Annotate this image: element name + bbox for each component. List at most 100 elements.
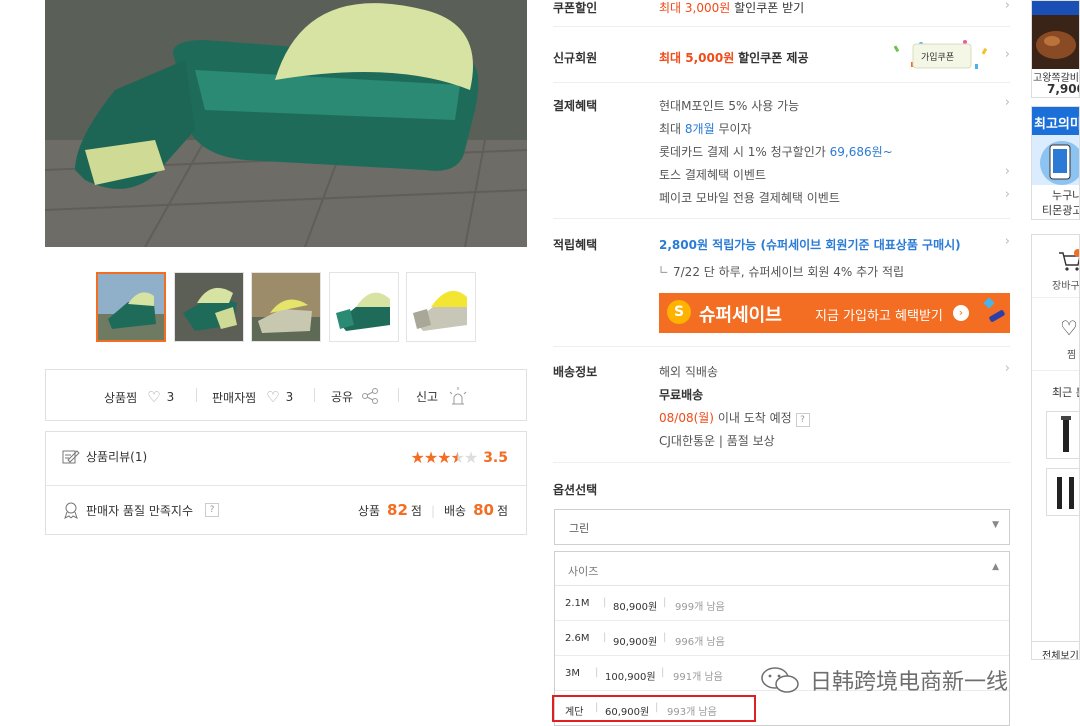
color-select[interactable]: 그린 ▼ — [554, 509, 1010, 545]
recent-product-image — [1061, 416, 1071, 452]
review-box: 상품리뷰(1) ★★★★★ 3.5 판매자 품질 만족지수 ? 상품 82 점 … — [45, 431, 527, 535]
seller-wish-count: 3 — [285, 390, 294, 404]
side-quick-menu: 장바구 ♡ 찜 최근 본 전체보기 — [1031, 234, 1080, 660]
heart-icon: ♡ — [266, 388, 280, 406]
triangle-up-icon: ▲ — [992, 562, 999, 572]
highlight-box — [552, 695, 756, 722]
coupon-amount: 최대 3,000원 — [659, 1, 731, 15]
report-button[interactable]: 신고 — [416, 386, 468, 406]
chevron-right-icon[interactable]: › — [1005, 95, 1010, 110]
product-wish-button[interactable]: 상품찜 ♡ 3 — [104, 388, 174, 406]
chevron-right-icon[interactable]: › — [1005, 361, 1010, 376]
edit-review-icon — [62, 449, 80, 463]
divider — [553, 82, 1010, 83]
wish-button[interactable]: ♡ 찜 — [1032, 298, 1079, 370]
payment-benefits: 결제혜택 현대M포인트 5% 사용 가능 › 최대 8개월 무이자 롯데카드 결… — [553, 94, 1010, 209]
recent-item-1[interactable] — [1046, 411, 1079, 459]
thumbnail-5[interactable] — [406, 272, 476, 342]
signup-coupon-badge[interactable]: 가입쿠폰 — [891, 38, 993, 74]
points-main[interactable]: 2,800원 적립가능 (슈퍼세이브 회원기준 대표상품 구매시) — [659, 236, 961, 253]
points-sub: 7/22 단 하루, 슈퍼세이브 회원 4% 추가 적립 — [673, 265, 905, 279]
delivery-score-unit: 점 — [496, 504, 508, 518]
share-label: 공유 — [331, 389, 354, 404]
side-ad-2[interactable]: 최고의미 누구나 티몬광고 — [1031, 106, 1080, 220]
divider — [553, 462, 1010, 463]
option-stock: 999개 남음 — [675, 602, 725, 613]
coupon-link[interactable]: 최대 3,000원 할인쿠폰 받기 — [659, 0, 804, 16]
report-label: 신고 — [416, 389, 439, 404]
chevron-right-icon[interactable]: › — [1005, 234, 1010, 249]
chevron-right-icon[interactable]: › — [1005, 47, 1010, 62]
delivery-info: 배송정보 해외 직배송 › 무료배송 08/08(월) 이내 도착 예정 ? C… — [553, 360, 1010, 452]
inflatable-pool-image — [45, 0, 527, 247]
thumbnail-3[interactable] — [251, 272, 321, 342]
divider — [398, 388, 399, 402]
ad2-text-1: 누구나 — [1052, 189, 1080, 202]
wish-label: 찜 — [1067, 350, 1077, 361]
new-member-link[interactable]: 최대 5,000원 할인쿠폰 제공 — [659, 49, 809, 66]
thumbnail-4[interactable] — [329, 272, 399, 342]
payment-line-3b: 69,686원~ — [829, 145, 893, 159]
product-wish-label: 상품찜 — [104, 390, 138, 405]
cart-button[interactable]: 장바구 — [1032, 235, 1080, 297]
star-icon: ★ — [437, 448, 451, 467]
payment-line-5[interactable]: 페이코 모바일 전용 결제혜택 이벤트 — [659, 189, 840, 206]
divider: | — [661, 667, 665, 678]
thumbnail-1[interactable] — [96, 272, 166, 342]
decor-diamond-icon — [983, 297, 995, 309]
chevron-right-icon[interactable]: › — [1005, 164, 1010, 179]
seller-wish-button[interactable]: 판매자찜 ♡ 3 — [212, 388, 293, 406]
payment-line-1: 현대M포인트 5% 사용 가능 — [659, 99, 800, 113]
review-link[interactable]: 상품리뷰(1) — [62, 448, 147, 465]
side-ad-1[interactable]: 고왕쪽갈비 7,900 — [1031, 0, 1080, 98]
ad-phone-image — [1032, 135, 1079, 185]
size-option[interactable]: 2.6M | 90,900원 | 996개 남음 — [555, 622, 1009, 656]
rating-stars: ★★★★★ — [410, 448, 478, 467]
rating-score: 3.5 — [483, 449, 508, 466]
thumbnail-image — [252, 273, 320, 341]
size-option[interactable]: 2.1M | 80,900원 | 999개 남음 — [555, 587, 1009, 621]
ad-food-image — [1032, 15, 1079, 69]
payment-label: 결제혜택 — [553, 99, 598, 113]
action-bar: 상품찜 ♡ 3 판매자찜 ♡ 3 공유 신고 — [45, 369, 527, 421]
divider: | — [603, 597, 607, 608]
divider — [196, 388, 197, 402]
divider — [314, 388, 315, 402]
chevron-right-icon[interactable]: › — [1005, 0, 1010, 13]
supersave-text: 지금 가입하고 혜택받기 — [815, 309, 943, 324]
triangle-down-icon: ▼ — [992, 520, 999, 530]
payment-line-3[interactable]: 롯데카드 결제 시 1% 청구할인가 69,686원~ — [659, 143, 893, 160]
divider — [1032, 370, 1079, 371]
watermark: 日韩跨境电商新一线 — [758, 664, 1008, 696]
new-member-row: 신규회원 최대 5,000원 할인쿠폰 제공 가입쿠폰 › — [553, 38, 1010, 74]
help-icon[interactable]: ? — [795, 413, 810, 427]
color-select-value: 그린 — [569, 522, 590, 535]
return-arrow-icon: ∟ — [659, 263, 670, 277]
payment-line-4[interactable]: 토스 결제혜택 이벤트 — [659, 166, 766, 183]
quality-scores: 상품 82 점 | 배송 80 점 — [358, 501, 508, 519]
ad-header — [1032, 1, 1079, 15]
supersave-banner[interactable]: S 슈퍼세이브 지금 가입하고 혜택받기 › — [659, 293, 1010, 333]
product-main-image[interactable] — [45, 0, 527, 247]
option-price: 80,900원 — [613, 602, 658, 613]
view-all-button[interactable]: 전체보기 — [1042, 647, 1079, 659]
delivery-date-text: 이내 도착 예정 — [717, 411, 792, 425]
payment-line-2c: 무이자 — [718, 122, 752, 136]
heart-icon: ♡ — [1060, 316, 1078, 340]
help-icon[interactable]: ? — [205, 503, 219, 517]
ad1-price: 7,900 — [1047, 82, 1079, 96]
thumbnail-2[interactable] — [174, 272, 244, 342]
size-select[interactable]: 사이즈 ▲ — [555, 552, 1009, 586]
recent-item-2[interactable] — [1046, 468, 1079, 516]
chevron-right-icon[interactable]: › — [1005, 187, 1010, 202]
divider — [46, 485, 526, 486]
watermark-text: 日韩跨境电商新一线 — [810, 670, 1009, 695]
seller-quality-label: 판매자 품질 만족지수 — [86, 503, 193, 518]
share-button[interactable]: 공유 — [331, 387, 379, 405]
award-icon — [64, 502, 78, 519]
product-score: 82 — [387, 501, 408, 519]
supersave-logo-icon: S — [667, 300, 691, 324]
points-benefits: 적립혜택 2,800원 적립가능 (슈퍼세이브 회원기준 대표상품 구매시) ›… — [553, 233, 1010, 335]
cart-label: 장바구 — [1052, 281, 1080, 292]
thumbnail-image — [330, 273, 398, 341]
